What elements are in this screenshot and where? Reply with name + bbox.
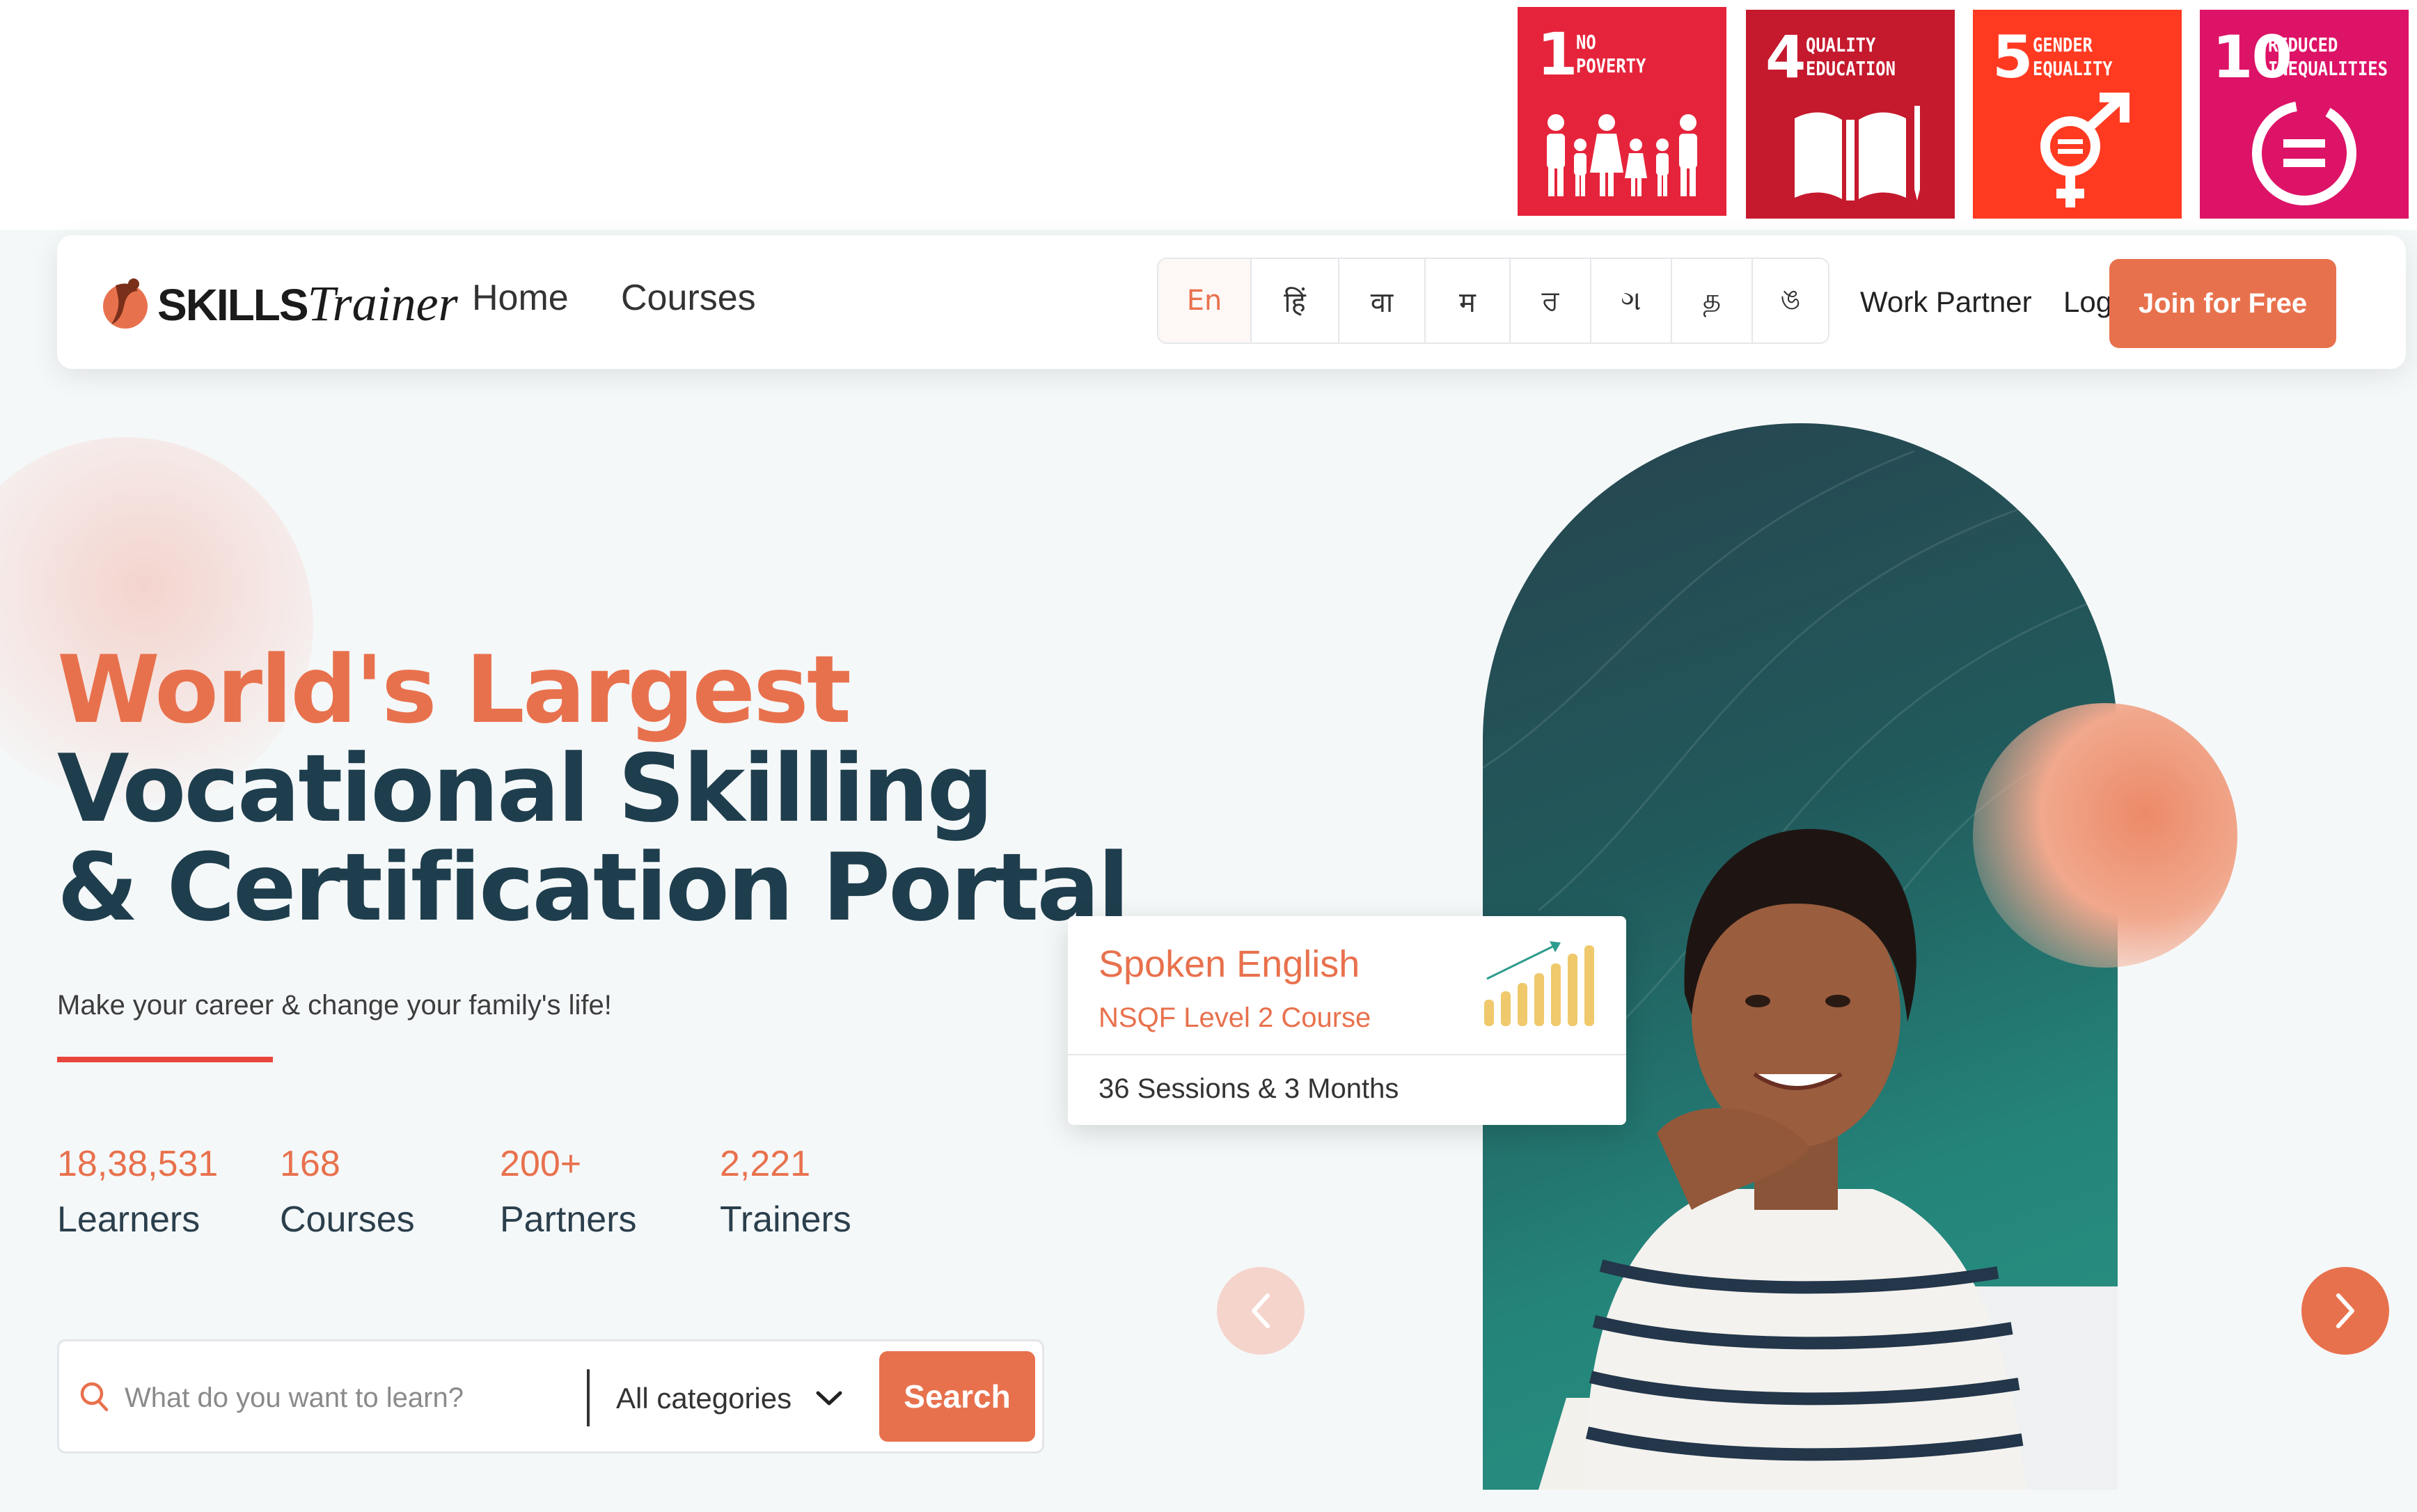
skills-trainer-logo[interactable]: SKILLSTrainer bbox=[100, 269, 458, 338]
lang-option-other[interactable]: ঙ bbox=[1753, 259, 1828, 342]
lang-option-hindi[interactable]: हिं bbox=[1252, 259, 1339, 342]
sdg-goal-4-tile: 4 QUALITY EDUCATION bbox=[1746, 10, 1955, 219]
lang-option-punjabi[interactable]: ਰ bbox=[1511, 259, 1591, 342]
nav-courses-link[interactable]: Courses bbox=[621, 277, 756, 319]
lang-option-en[interactable]: En bbox=[1158, 259, 1252, 342]
sdg-goal-10-tile: 10 REDUCED INEQUALITIES bbox=[2200, 10, 2409, 219]
stat-courses-label: Courses bbox=[280, 1199, 415, 1240]
tagline-underline bbox=[57, 1057, 273, 1062]
chevron-right-icon bbox=[2336, 1293, 2354, 1328]
sdg-number: 4 bbox=[1765, 23, 1806, 91]
hero-heading-line2: Vocational Skilling bbox=[57, 734, 993, 843]
gender-equality-icon bbox=[2040, 93, 2129, 207]
logo-skills: SKILLS bbox=[157, 279, 309, 330]
top-navbar: SKILLSTrainer Home Courses En हिं वा म ਰ… bbox=[57, 235, 2406, 369]
sdg-number: 5 bbox=[1992, 23, 2033, 91]
stat-trainers-label: Trainers bbox=[720, 1199, 851, 1240]
stat-learners-value: 18,38,531 bbox=[57, 1144, 219, 1184]
hero-heading-line3: & Certification Portal bbox=[57, 833, 1130, 942]
language-selector: En हिं वा म ਰ ગ த ঙ bbox=[1157, 258, 1829, 344]
sdg-title: QUALITY EDUCATION bbox=[1806, 33, 1896, 80]
course-card-divider bbox=[1068, 1054, 1626, 1055]
sdg-title: GENDER EQUALITY bbox=[2033, 33, 2113, 80]
stat-partners-label: Partners bbox=[500, 1199, 637, 1240]
work-partner-link[interactable]: Work Partner bbox=[1860, 285, 2032, 319]
course-card[interactable]: Spoken English NSQF Level 2 Course 36 Se… bbox=[1068, 916, 1626, 1125]
carousel-prev-button[interactable] bbox=[1217, 1267, 1305, 1355]
stat-trainers-value: 2,221 bbox=[720, 1144, 811, 1184]
nav-home-link[interactable]: Home bbox=[472, 277, 569, 319]
hero-heading-line1: World's Largest bbox=[57, 636, 851, 744]
lang-option-tamil[interactable]: த bbox=[1672, 259, 1753, 342]
search-divider bbox=[587, 1369, 590, 1426]
stat-partners-value: 200+ bbox=[500, 1144, 582, 1184]
search-button[interactable]: Search bbox=[879, 1351, 1035, 1442]
stat-courses-value: 168 bbox=[280, 1144, 340, 1184]
course-card-subtitle: NSQF Level 2 Course bbox=[1099, 1002, 1371, 1033]
join-for-free-button[interactable]: Join for Free bbox=[2109, 259, 2336, 348]
sdg-title: REDUCED INEQUALITIES bbox=[2268, 33, 2388, 80]
chevron-down-icon bbox=[816, 1391, 842, 1405]
search-bar: All categories Search bbox=[57, 1339, 1044, 1454]
search-icon bbox=[80, 1382, 109, 1412]
sdg-goal-5-tile: 5 GENDER EQUALITY bbox=[1973, 10, 2182, 219]
course-card-title: Spoken English bbox=[1099, 943, 1360, 985]
course-card-duration: 36 Sessions & 3 Months bbox=[1099, 1073, 1399, 1104]
lang-option-bangla[interactable]: वा bbox=[1339, 259, 1426, 342]
stat-learners-label: Learners bbox=[57, 1199, 200, 1240]
category-dropdown[interactable]: All categories bbox=[616, 1371, 843, 1426]
search-input[interactable] bbox=[123, 1371, 613, 1425]
sdg-goal-1-tile: 1 NO POVERTY bbox=[1518, 7, 1726, 216]
logo-text: SKILLSTrainer bbox=[157, 275, 458, 333]
family-icon bbox=[1547, 114, 1697, 196]
logo-mark-icon bbox=[103, 278, 148, 329]
sdg-title: NO POVERTY bbox=[1576, 31, 1646, 77]
carousel-next-button[interactable] bbox=[2301, 1267, 2389, 1355]
sdg-number: 1 bbox=[1537, 20, 1577, 88]
growth-chart-icon bbox=[1484, 941, 1594, 1026]
lang-option-marathi[interactable]: म bbox=[1426, 259, 1511, 342]
book-icon bbox=[1795, 106, 1920, 202]
lang-option-gujarati[interactable]: ગ bbox=[1591, 259, 1672, 342]
category-dropdown-label: All categories bbox=[616, 1382, 792, 1415]
chevron-left-icon bbox=[1252, 1293, 1270, 1328]
hero-tagline: Make your career & change your family's … bbox=[57, 990, 612, 1021]
reduced-inequalities-icon bbox=[2252, 101, 2356, 205]
logo-trainer: Trainer bbox=[307, 275, 458, 331]
decorative-orange-circle bbox=[1973, 703, 2237, 968]
